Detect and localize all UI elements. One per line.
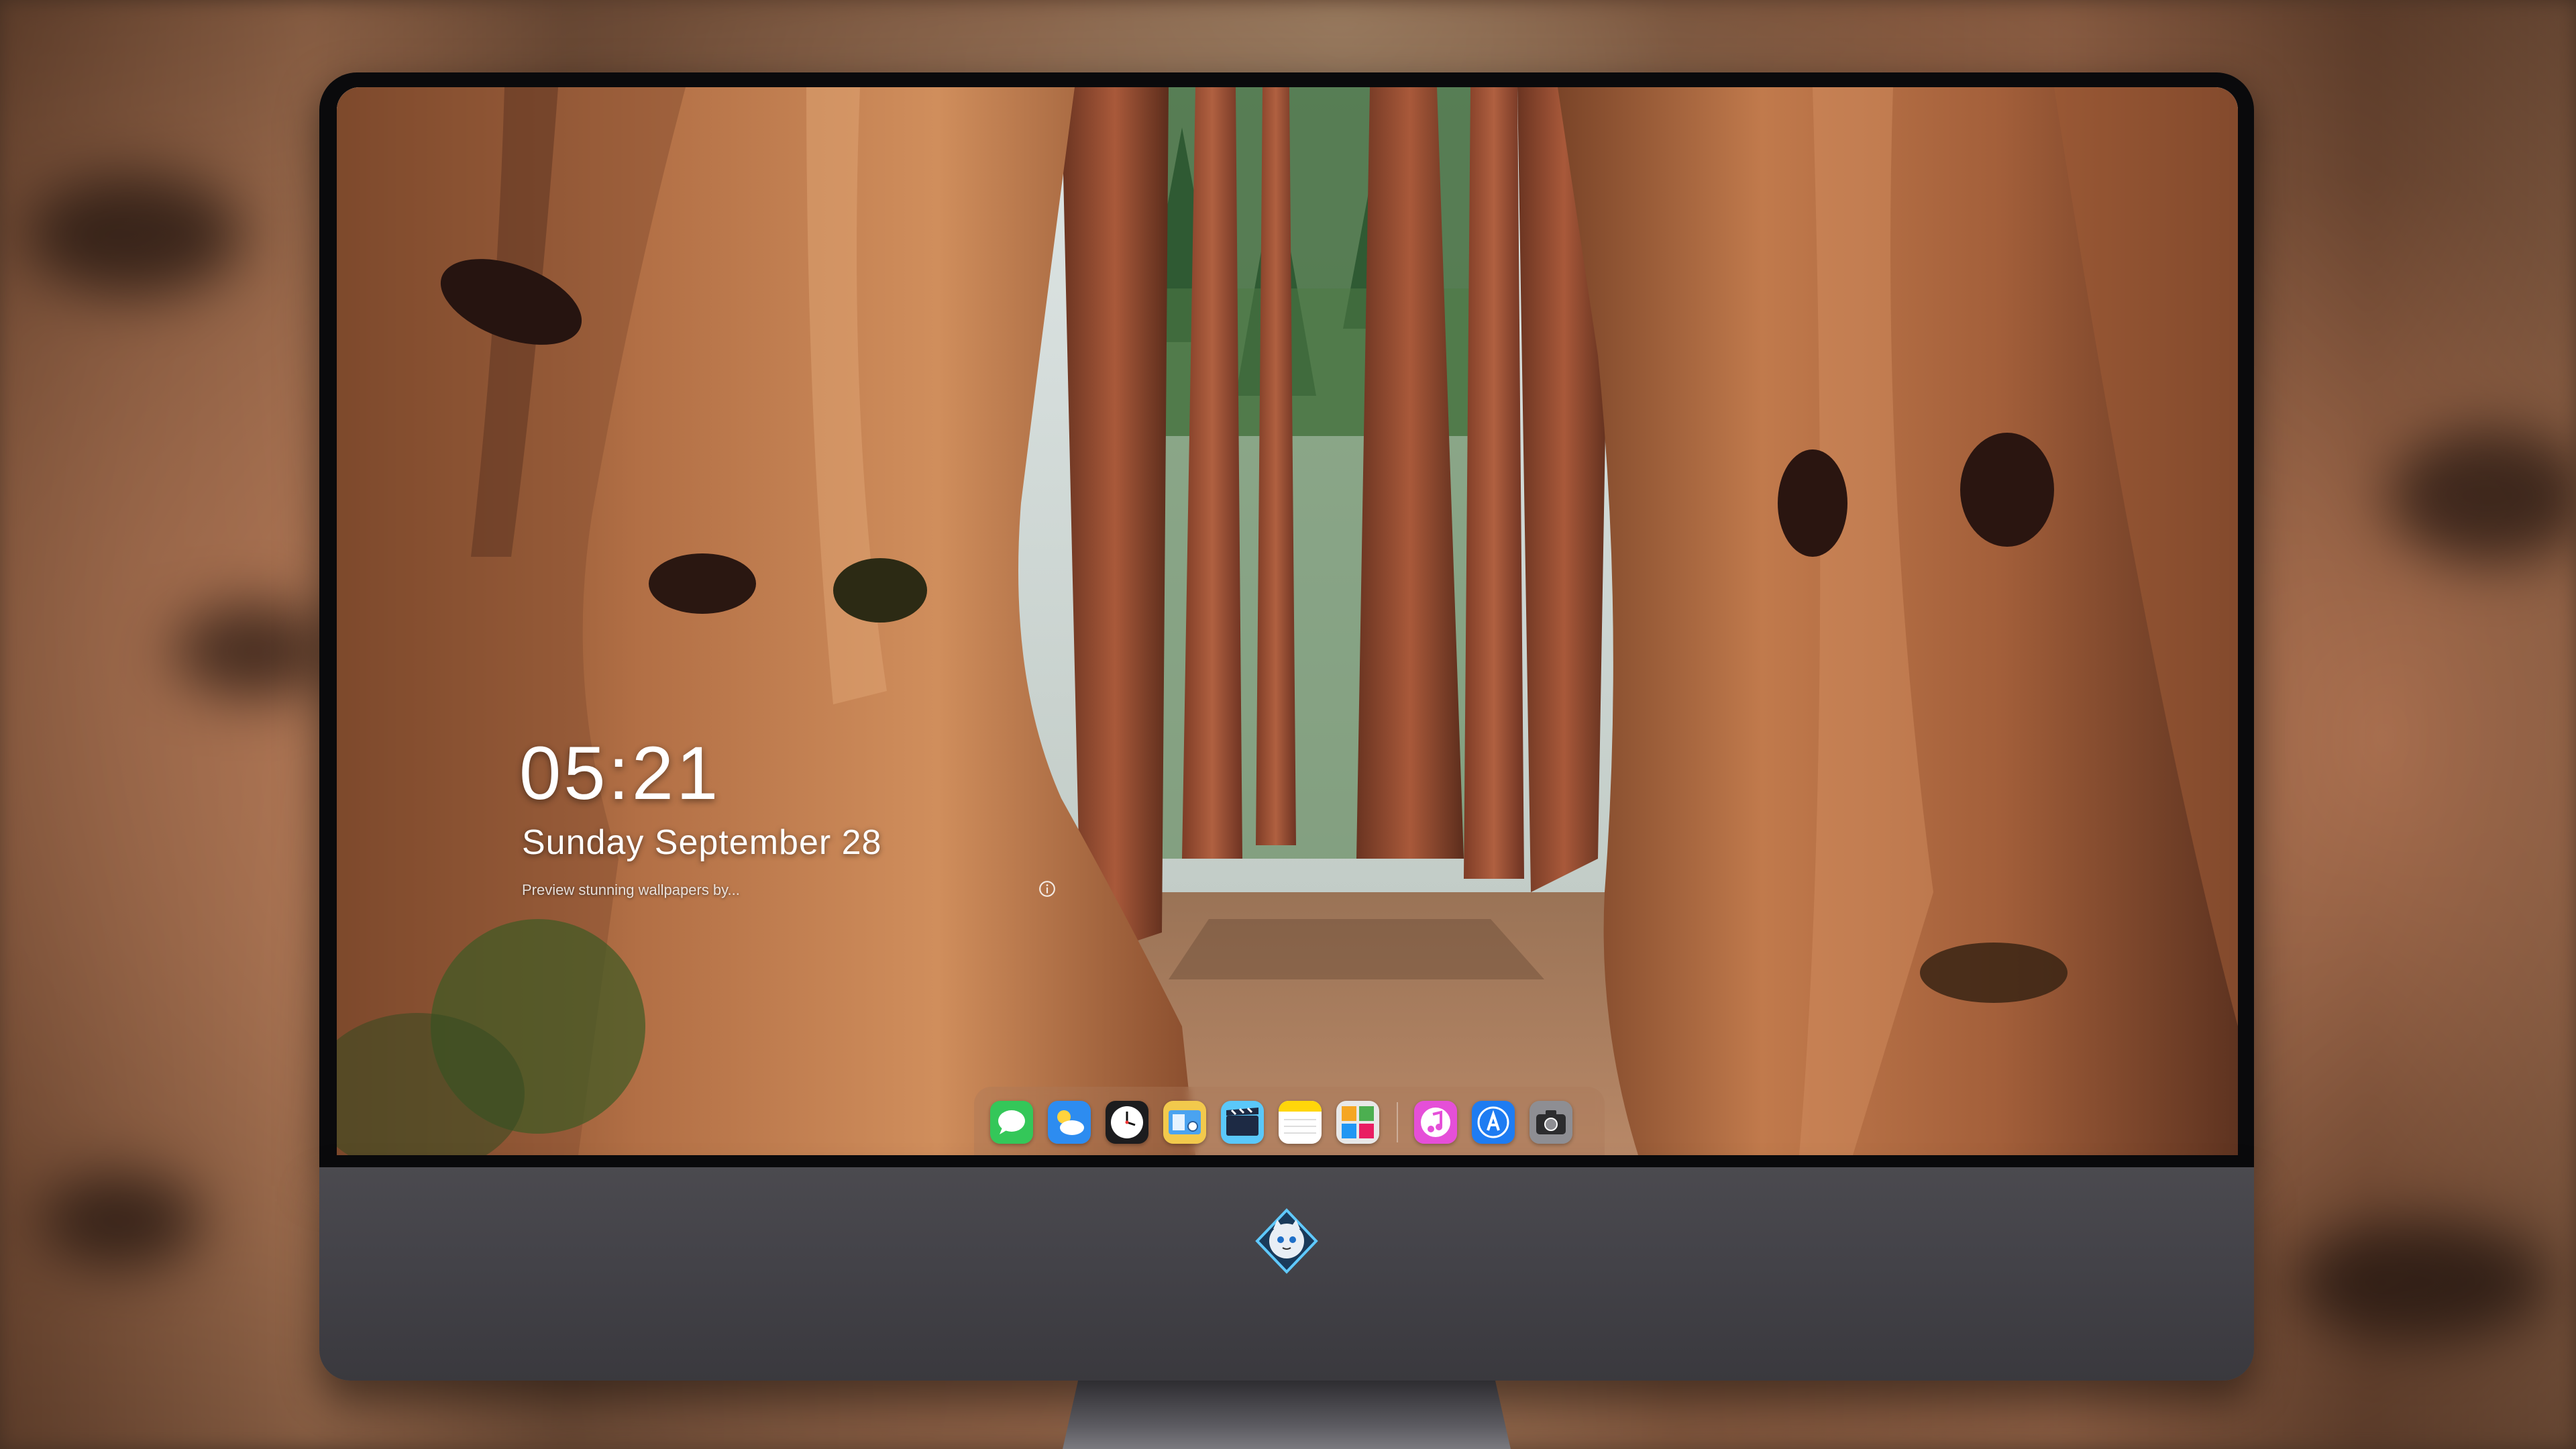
photos-app-icon[interactable] [1336, 1101, 1379, 1144]
music-app-icon[interactable] [1414, 1101, 1457, 1144]
monitor: 05:21 Sunday September 28 Preview stunni… [319, 72, 2254, 1449]
weather-app-icon[interactable] [1048, 1101, 1091, 1144]
camera-app-icon[interactable] [1529, 1101, 1572, 1144]
lock-screen[interactable]: 05:21 Sunday September 28 Preview stunni… [337, 87, 2238, 1155]
info-icon[interactable] [1038, 880, 1056, 898]
video-app-icon[interactable] [1221, 1101, 1264, 1144]
messages-app-icon[interactable] [990, 1101, 1033, 1144]
notes-app-icon[interactable] [1279, 1101, 1322, 1144]
dock-separator [1397, 1102, 1398, 1142]
clock-app-icon[interactable] [1106, 1101, 1148, 1144]
dock [974, 1087, 1605, 1155]
wallpaper-caption[interactable]: Preview stunning wallpapers by... [522, 881, 1126, 899]
app-store-icon[interactable] [1472, 1101, 1515, 1144]
lock-screen-date: Sunday September 28 [522, 823, 882, 862]
monitor-stand [1060, 1381, 1513, 1449]
wallpaper-image [337, 87, 2238, 1155]
lock-screen-clock: 05:21 [519, 731, 721, 815]
finder-app-icon[interactable] [1163, 1101, 1206, 1144]
cat-mascot-logo [1255, 1208, 1318, 1274]
